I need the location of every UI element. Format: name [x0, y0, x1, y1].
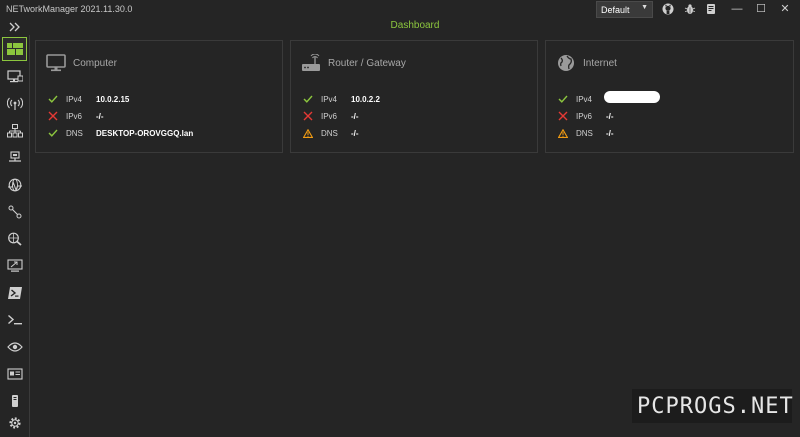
eye-icon: [6, 342, 23, 352]
title-bar: NETworkManager 2021.11.30.0 Default ▼ — …: [0, 0, 800, 19]
ipv6-label: IPv6: [66, 112, 83, 121]
sidebar-item-tightvnc[interactable]: [2, 335, 27, 359]
warning-icon: [303, 128, 313, 138]
sidebar: [0, 35, 30, 437]
watermark: PCPROGS.NET: [632, 389, 794, 423]
sidebar-item-web-console[interactable]: [2, 362, 27, 386]
remote-desktop-icon: [6, 259, 23, 272]
ipv4-value: 10.0.2.15: [96, 95, 130, 104]
app-title: NETworkManager 2021.11.30.0: [6, 4, 133, 14]
expand-menu-button[interactable]: [0, 19, 29, 35]
ipv4-row: IPv4: [558, 91, 788, 106]
dns-label: DNS: [576, 129, 593, 138]
close-button[interactable]: ✕: [772, 0, 798, 19]
sidebar-item-ip-scanner[interactable]: [2, 119, 27, 143]
card-title: Computer: [73, 57, 117, 69]
redacted-ipv4-value: [604, 91, 660, 103]
ethernet-port-icon: [8, 151, 21, 162]
dns-value: -/-: [606, 129, 614, 138]
github-icon[interactable]: [662, 3, 674, 15]
settings-button[interactable]: [2, 411, 27, 435]
check-icon: [48, 94, 58, 104]
ipv6-label: IPv6: [321, 112, 338, 121]
profile-select[interactable]: Default ▼: [596, 1, 653, 18]
card-title: Internet: [583, 57, 617, 69]
gear-icon: [8, 417, 21, 429]
dns-value: DESKTOP-OROVGGQ.lan: [96, 129, 194, 138]
error-x-icon: [48, 111, 58, 121]
wifi-antenna-icon: [6, 97, 23, 110]
ipv6-label: IPv6: [576, 112, 593, 121]
ipv6-value: -/-: [96, 112, 104, 121]
sidebar-item-sntp[interactable]: [2, 389, 27, 413]
card-header: Router / Gateway: [301, 53, 406, 73]
card-title: Router / Gateway: [328, 57, 406, 69]
globe-icon: [556, 53, 576, 73]
double-chevron-right-icon: [9, 22, 20, 32]
sidebar-item-network-interface[interactable]: [2, 65, 27, 89]
monitor-icon: [46, 53, 66, 73]
globe-pulse-icon: [7, 178, 22, 192]
dashboard-icon: [6, 43, 23, 55]
check-icon: [48, 128, 58, 138]
bug-icon[interactable]: [684, 3, 696, 15]
sidebar-item-putty[interactable]: [2, 308, 27, 332]
sidebar-item-dashboard[interactable]: [2, 37, 27, 61]
book-icon[interactable]: [705, 3, 717, 15]
sidebar-item-dns-lookup[interactable]: [2, 227, 27, 251]
dns-value: -/-: [351, 129, 359, 138]
ipv4-row: IPv4 10.0.2.2: [303, 94, 533, 106]
search-globe-icon: [7, 232, 22, 246]
ipv6-row: IPv6 -/-: [48, 111, 278, 123]
terminal-icon: [7, 314, 22, 325]
browser-card-icon: [6, 368, 23, 380]
computer-card: Computer IPv4 10.0.2.15 IPv6 -/- DNS DES…: [35, 40, 283, 153]
card-header: Internet: [556, 53, 617, 73]
sidebar-item-port-scanner[interactable]: [2, 146, 27, 170]
router-gateway-card: Router / Gateway IPv4 10.0.2.2 IPv6 -/- …: [290, 40, 538, 153]
internet-card: Internet IPv4 IPv6 -/- DNS -/-: [545, 40, 794, 153]
sidebar-item-remote-desktop[interactable]: [2, 254, 27, 278]
check-icon: [303, 94, 313, 104]
router-icon: [301, 53, 321, 73]
error-x-icon: [303, 111, 313, 121]
sidebar-item-wifi[interactable]: [2, 92, 27, 116]
warning-icon: [558, 128, 568, 138]
minimize-button[interactable]: —: [724, 0, 750, 19]
sitemap-icon: [6, 124, 23, 138]
sidebar-item-ping-monitor[interactable]: [2, 173, 27, 197]
watermark-text: PCPROGS.NET: [637, 394, 794, 419]
card-header: Computer: [46, 53, 117, 73]
ipv4-label: IPv4: [576, 95, 593, 104]
ipv6-value: -/-: [606, 112, 614, 121]
check-icon: [558, 94, 568, 104]
dns-label: DNS: [321, 129, 338, 138]
ipv6-row: IPv6 -/-: [558, 111, 788, 123]
maximize-button[interactable]: ☐: [748, 0, 774, 19]
error-x-icon: [558, 111, 568, 121]
sidebar-item-traceroute[interactable]: [2, 200, 27, 224]
dns-row: DNS -/-: [558, 128, 788, 140]
ipv6-value: -/-: [351, 112, 359, 121]
chevron-down-icon: ▼: [641, 4, 648, 11]
profile-select-value: Default: [601, 5, 630, 15]
dns-row: DNS -/-: [303, 128, 533, 140]
ipv4-label: IPv4: [66, 95, 83, 104]
powershell-icon: [7, 287, 22, 299]
sidebar-item-powershell[interactable]: [2, 281, 27, 305]
ipv6-row: IPv6 -/-: [303, 111, 533, 123]
route-icon: [8, 205, 21, 219]
monitor-network-icon: [6, 70, 23, 83]
device-icon: [11, 395, 18, 407]
dns-label: DNS: [66, 129, 83, 138]
view-title: Dashboard: [390, 20, 440, 31]
ipv4-value: 10.0.2.2: [351, 95, 380, 104]
dns-row: DNS DESKTOP-OROVGGQ.lan: [48, 128, 278, 140]
ipv4-row: IPv4 10.0.2.15: [48, 94, 278, 106]
ipv4-label: IPv4: [321, 95, 338, 104]
